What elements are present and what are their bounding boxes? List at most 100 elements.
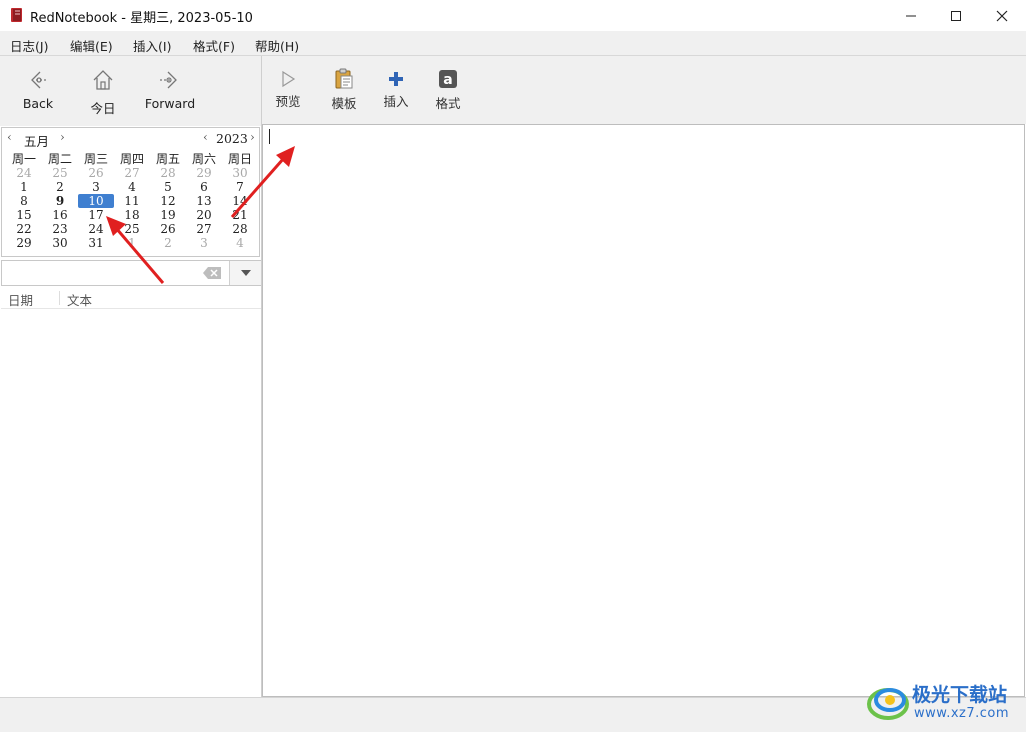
maximize-icon [951, 10, 961, 21]
forward-label: Forward [144, 96, 196, 111]
minimize-icon [906, 15, 916, 16]
editor-toolbar: 预览 模板 插入 a 格式 [262, 56, 1026, 124]
calendar-day[interactable]: 25 [42, 166, 78, 180]
calendar-day[interactable]: 5 [150, 180, 186, 194]
search-dropdown-button[interactable] [229, 261, 261, 285]
column-header-text[interactable]: 文本 [67, 290, 92, 309]
calendar-day[interactable]: 26 [78, 166, 114, 180]
calendar-day[interactable]: 2 [150, 236, 186, 250]
template-label: 模板 [331, 96, 357, 111]
calendar-day[interactable]: 25 [114, 222, 150, 236]
search-input[interactable] [2, 261, 228, 285]
weekday-header-row: 周一 周二 周三 周四 周五 周六 周日 [6, 152, 258, 166]
calendar-day[interactable]: 31 [78, 236, 114, 250]
format-button[interactable]: a 格式 [432, 68, 464, 112]
calendar-day[interactable]: 6 [186, 180, 222, 194]
calendar-day[interactable]: 3 [186, 236, 222, 250]
calendar-day[interactable]: 12 [150, 194, 186, 208]
calendar-day[interactable]: 7 [222, 180, 258, 194]
home-icon [93, 70, 113, 90]
plus-icon [389, 72, 403, 86]
svg-text:a: a [443, 72, 452, 88]
calendar-day[interactable]: 16 [42, 208, 78, 222]
calendar-day[interactable]: 20 [186, 208, 222, 222]
calendar-day[interactable]: 28 [150, 166, 186, 180]
calendar-day[interactable]: 1 [6, 180, 42, 194]
calendar-day[interactable]: 3 [78, 180, 114, 194]
menu-journal[interactable]: 日志(J) [10, 36, 48, 55]
column-divider [59, 291, 60, 305]
weekday-label: 周六 [191, 152, 216, 166]
next-month-icon[interactable]: › [60, 130, 65, 144]
calendar-day-selected[interactable]: 10 [78, 194, 114, 208]
entry-editor[interactable] [262, 124, 1025, 697]
today-button[interactable]: 今日 [85, 68, 121, 117]
calendar-day[interactable]: 24 [6, 166, 42, 180]
calendar-month: 五月 [24, 134, 50, 149]
calendar-day[interactable]: 17 [78, 208, 114, 222]
calendar-day[interactable]: 23 [42, 222, 78, 236]
calendar-day[interactable]: 14 [222, 194, 258, 208]
calendar-day[interactable]: 29 [186, 166, 222, 180]
calendar-day[interactable]: 2 [42, 180, 78, 194]
calendar-day-marked[interactable]: 9 [42, 194, 78, 208]
prev-year-icon[interactable]: ‹ [203, 130, 208, 144]
column-header-date[interactable]: 日期 [8, 290, 33, 309]
menu-help[interactable]: 帮助(H) [255, 36, 299, 55]
calendar-day[interactable]: 13 [186, 194, 222, 208]
navigation-toolbar: Back 今日 Forward [0, 56, 262, 126]
search-box [1, 260, 261, 286]
close-button[interactable] [979, 0, 1025, 31]
calendar-day[interactable]: 27 [114, 166, 150, 180]
preview-button[interactable]: 预览 [272, 70, 304, 110]
forward-arrow-icon [160, 71, 177, 89]
watermark-name: 极光下载站 [912, 684, 1008, 706]
calendar-day[interactable]: 18 [114, 208, 150, 222]
calendar-week: 24 25 26 27 28 29 30 [6, 166, 258, 180]
weekday-label: 周日 [227, 152, 252, 166]
insert-button[interactable]: 插入 [380, 70, 412, 110]
calendar-day[interactable]: 8 [6, 194, 42, 208]
menu-format[interactable]: 格式(F) [193, 36, 235, 55]
menu-insert[interactable]: 插入(I) [133, 36, 171, 55]
close-icon [996, 10, 1008, 21]
calendar-day[interactable]: 15 [6, 208, 42, 222]
template-button[interactable]: 模板 [328, 68, 360, 112]
back-button[interactable]: Back [20, 68, 56, 111]
calendar-week: 8 9 10 11 12 13 14 [6, 194, 258, 208]
calendar-day[interactable]: 30 [222, 166, 258, 180]
window-title: RedNotebook - 星期三, 2023-05-10 [30, 11, 253, 26]
preview-label: 预览 [275, 94, 301, 109]
calendar-day[interactable]: 27 [186, 222, 222, 236]
calendar-day[interactable]: 1 [114, 236, 150, 250]
calendar: ‹ 五月 › ‹ 2023 › 周一 周二 周三 周四 周五 周六 周日 24 … [1, 127, 260, 257]
calendar-week: 15 16 17 18 19 20 21 [6, 208, 258, 222]
calendar-day[interactable]: 21 [222, 208, 258, 222]
weekday-label: 周五 [155, 152, 180, 166]
next-year-icon[interactable]: › [250, 130, 255, 144]
calendar-year: 2023 [216, 131, 248, 146]
maximize-button[interactable] [933, 0, 979, 31]
menu-edit[interactable]: 编辑(E) [70, 36, 113, 55]
search-results-list: 日期 文本 [1, 287, 261, 696]
calendar-day[interactable]: 26 [150, 222, 186, 236]
results-header: 日期 文本 [1, 287, 261, 309]
clear-search-icon[interactable] [202, 266, 222, 280]
calendar-day[interactable]: 30 [42, 236, 78, 250]
calendar-day[interactable]: 11 [114, 194, 150, 208]
calendar-week: 1 2 3 4 5 6 7 [6, 180, 258, 194]
calendar-day[interactable]: 22 [6, 222, 42, 236]
forward-button[interactable]: Forward [142, 68, 198, 111]
today-label: 今日 [90, 101, 116, 116]
weekday-label: 周四 [119, 152, 144, 166]
calendar-day[interactable]: 4 [222, 236, 258, 250]
calendar-day[interactable]: 4 [114, 180, 150, 194]
minimize-button[interactable] [888, 0, 934, 31]
calendar-day[interactable]: 24 [78, 222, 114, 236]
calendar-week: 22 23 24 25 26 27 28 [6, 222, 258, 236]
calendar-day[interactable]: 28 [222, 222, 258, 236]
prev-month-icon[interactable]: ‹ [7, 130, 12, 144]
calendar-day[interactable]: 19 [150, 208, 186, 222]
calendar-day[interactable]: 29 [6, 236, 42, 250]
dropdown-arrow-icon [240, 270, 251, 276]
